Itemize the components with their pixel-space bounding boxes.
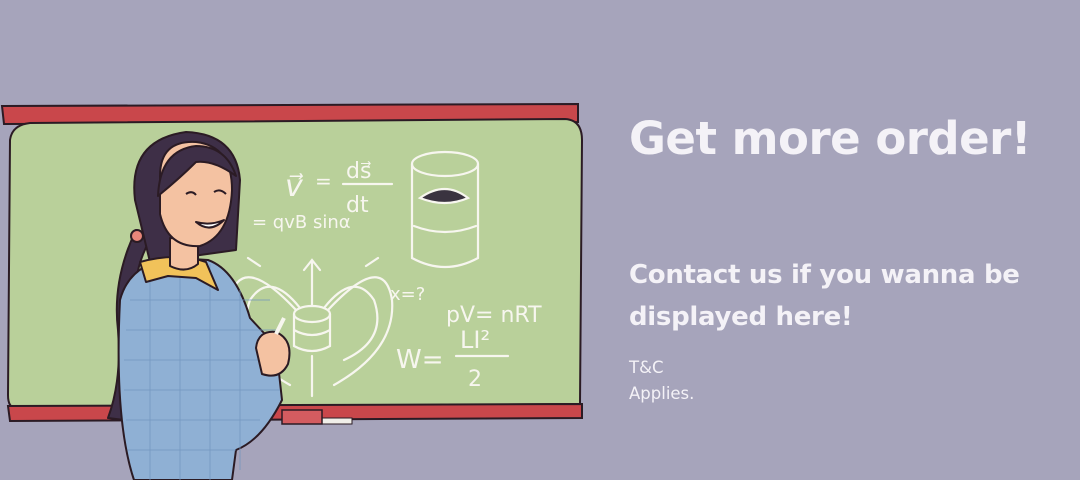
chalk-piece (317, 417, 353, 425)
eq-equals-1: = (315, 169, 332, 193)
contact-subheading: Contact us if you wanna be displayed her… (629, 260, 1020, 332)
chalkboard (6, 117, 584, 410)
eq-force: = qvB sinα (252, 212, 351, 233)
teacher-chalkboard-illustration: v⃗ = ds⃗ dt = qvB sinα x=? pV= nRT W= LI… (0, 102, 584, 480)
eq-unknown: x=? (390, 284, 425, 305)
terms-note-line-1: T&C (629, 358, 664, 377)
terms-note: T&C Applies. (629, 355, 829, 407)
headline: Get more order! (629, 112, 1031, 165)
eq-energy-w: W= (396, 345, 444, 375)
eq-velocity-v: v⃗ (285, 169, 304, 204)
eraser (281, 409, 323, 425)
terms-note-line-2: Applies. (629, 384, 695, 403)
eq-velocity-num: ds⃗ (346, 159, 371, 184)
eq-gas: pV= nRT (446, 303, 542, 328)
eq-energy-den: 2 (468, 367, 482, 392)
eq-energy-num: LI² (460, 326, 490, 354)
